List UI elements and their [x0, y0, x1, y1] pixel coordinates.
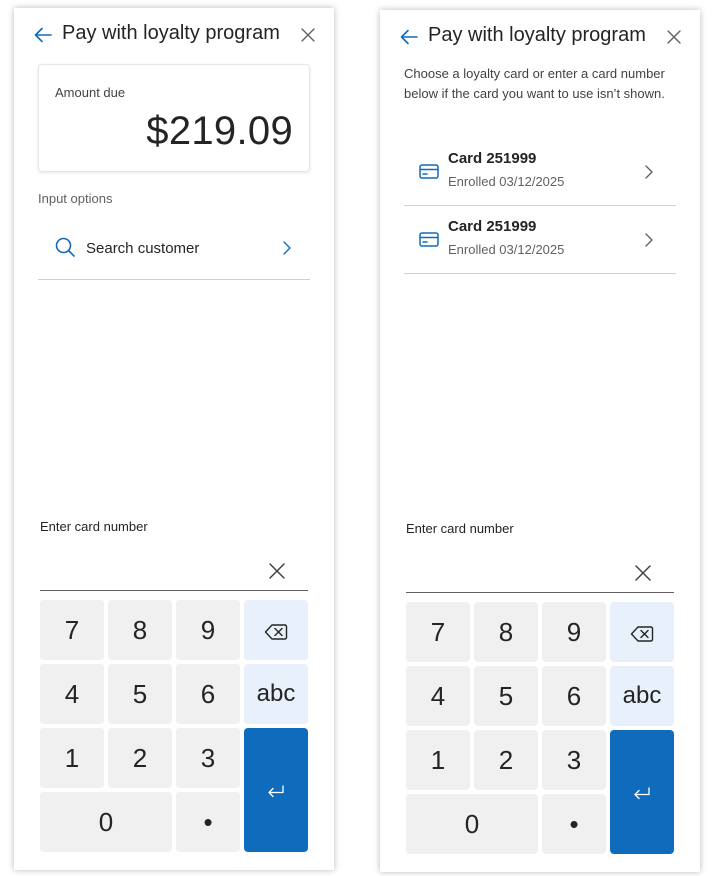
key-dot[interactable]: •	[542, 794, 606, 854]
card-number-label: Enter card number	[406, 521, 514, 536]
key-3[interactable]: 3	[176, 728, 240, 788]
panel-header: Pay with loyalty program	[380, 10, 700, 64]
enter-key[interactable]	[244, 728, 308, 852]
card-name: Card 251999	[448, 150, 537, 167]
close-icon[interactable]	[664, 27, 684, 47]
card-number-field	[406, 553, 674, 593]
key-7[interactable]: 7	[40, 600, 104, 660]
amount-due-card: Amount due $219.09	[38, 64, 310, 172]
search-icon	[55, 237, 75, 257]
backspace-icon	[630, 626, 654, 642]
key-8[interactable]: 8	[474, 602, 538, 662]
card-enrolled-date: Enrolled 03/12/2025	[448, 174, 565, 189]
enter-icon	[634, 787, 650, 800]
key-0[interactable]: 0	[40, 792, 172, 852]
card-number-input[interactable]	[40, 551, 260, 589]
panel-title: Pay with loyalty program	[428, 24, 646, 46]
key-8[interactable]: 8	[108, 600, 172, 660]
card-number-field	[40, 551, 308, 591]
card-number-input[interactable]	[406, 553, 626, 591]
enter-icon	[268, 785, 284, 798]
loyalty-panel-cards: Pay with loyalty program Choose a loyalt…	[380, 10, 700, 872]
key-9[interactable]: 9	[542, 602, 606, 662]
back-arrow-icon[interactable]	[398, 26, 420, 48]
search-customer-label: Search customer	[86, 240, 200, 257]
key-0[interactable]: 0	[406, 794, 538, 854]
key-4[interactable]: 4	[406, 666, 470, 726]
card-name: Card 251999	[448, 218, 537, 235]
key-1[interactable]: 1	[406, 730, 470, 790]
payment-card-icon	[419, 232, 439, 247]
key-5[interactable]: 5	[108, 664, 172, 724]
chevron-right-icon	[645, 233, 653, 247]
loyalty-card-item[interactable]: Card 251999 Enrolled 03/12/2025	[404, 138, 676, 206]
panel-header: Pay with loyalty program	[14, 8, 334, 62]
back-arrow-icon[interactable]	[32, 24, 54, 46]
numeric-keypad: 7 8 9 4 5 6 abc 1 2 3 0 •	[40, 600, 308, 852]
enter-key[interactable]	[610, 730, 674, 854]
card-enrolled-date: Enrolled 03/12/2025	[448, 242, 565, 257]
clear-icon[interactable]	[268, 562, 286, 580]
key-3[interactable]: 3	[542, 730, 606, 790]
loyalty-panel-amount: Pay with loyalty program Amount due $219…	[14, 8, 334, 870]
numeric-keypad: 7 8 9 4 5 6 abc 1 2 3 0 •	[406, 602, 674, 854]
key-2[interactable]: 2	[108, 728, 172, 788]
amount-due-value: $219.09	[146, 109, 293, 153]
card-selection-instructions: Choose a loyalty card or enter a card nu…	[404, 66, 665, 101]
card-number-label: Enter card number	[40, 519, 148, 534]
key-6[interactable]: 6	[176, 664, 240, 724]
abc-key[interactable]: abc	[244, 664, 308, 724]
backspace-key[interactable]	[610, 602, 674, 662]
key-7[interactable]: 7	[406, 602, 470, 662]
search-customer-option[interactable]: Search customer	[38, 224, 310, 280]
chevron-right-icon	[283, 241, 291, 255]
clear-icon[interactable]	[634, 564, 652, 582]
backspace-key[interactable]	[244, 600, 308, 660]
backspace-icon	[264, 624, 288, 640]
input-options-label: Input options	[38, 191, 113, 206]
panel-title: Pay with loyalty program	[62, 22, 280, 44]
key-2[interactable]: 2	[474, 730, 538, 790]
loyalty-card-item[interactable]: Card 251999 Enrolled 03/12/2025	[404, 206, 676, 274]
payment-card-icon	[419, 164, 439, 179]
key-4[interactable]: 4	[40, 664, 104, 724]
key-6[interactable]: 6	[542, 666, 606, 726]
key-dot[interactable]: •	[176, 792, 240, 852]
abc-key[interactable]: abc	[610, 666, 674, 726]
key-1[interactable]: 1	[40, 728, 104, 788]
close-icon[interactable]	[298, 25, 318, 45]
amount-due-label: Amount due	[55, 85, 126, 100]
key-9[interactable]: 9	[176, 600, 240, 660]
key-5[interactable]: 5	[474, 666, 538, 726]
chevron-right-icon	[645, 165, 653, 179]
